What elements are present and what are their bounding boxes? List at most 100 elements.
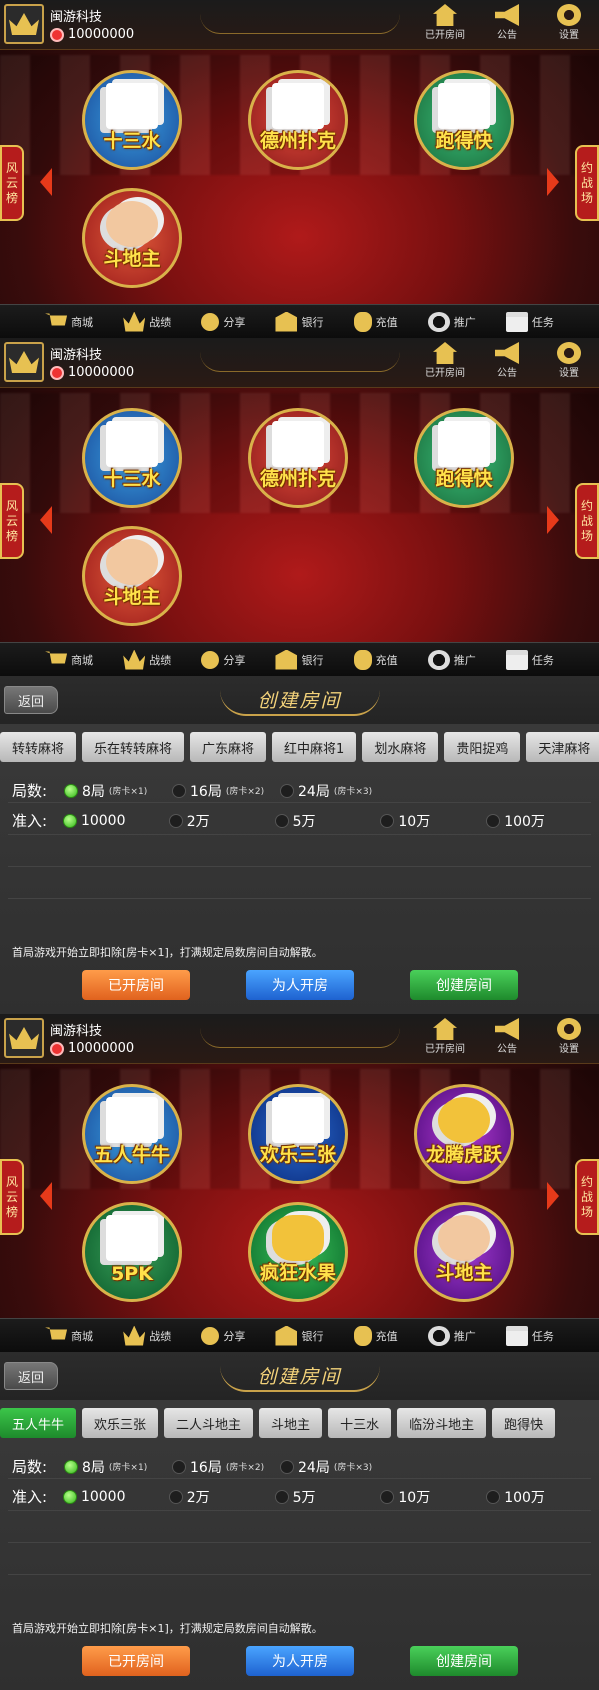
nav-recharge[interactable]: 充值 xyxy=(353,1325,398,1346)
nav-tasks[interactable]: 任务 xyxy=(505,311,554,332)
nav-share[interactable]: 分享 xyxy=(201,312,245,331)
lobby-screen-1: 闽游科技 10000000 已开房间 公告 设置 风云榜 约战场 十三水 德州扑… xyxy=(0,0,599,338)
leaderboard-tab[interactable]: 风云榜 xyxy=(0,483,24,559)
create-room-button[interactable]: 创建房间 xyxy=(410,970,518,1000)
leaderboard-tab[interactable]: 风云榜 xyxy=(0,145,24,221)
announcement-button[interactable]: 公告 xyxy=(485,342,529,379)
character-art xyxy=(106,201,158,247)
game-wuren-niuniu[interactable]: 五人牛牛 xyxy=(82,1084,182,1184)
tab-paodekuai[interactable]: 跑得快 xyxy=(492,1408,556,1438)
entry-option-5w[interactable]: 5万 xyxy=(274,1487,381,1507)
opened-rooms-button[interactable]: 已开房间 xyxy=(423,1018,467,1055)
game-5pk[interactable]: 5PK xyxy=(82,1202,182,1302)
open-for-others-button[interactable]: 为人开房 xyxy=(246,1646,354,1676)
create-room-button[interactable]: 创建房间 xyxy=(410,1646,518,1676)
entry-option-2w[interactable]: 2万 xyxy=(168,811,275,831)
entry-option-100w[interactable]: 100万 xyxy=(486,1487,592,1507)
nav-share[interactable]: 分享 xyxy=(201,1326,245,1345)
tab-doudizhu[interactable]: 斗地主 xyxy=(259,1408,323,1438)
nav-recharge[interactable]: 充值 xyxy=(353,649,398,670)
nav-bank[interactable]: 银行 xyxy=(275,649,323,670)
open-for-others-button[interactable]: 为人开房 xyxy=(246,970,354,1000)
nav-promote[interactable]: 推广 xyxy=(427,311,476,332)
tab-shisanshui[interactable]: 十三水 xyxy=(328,1408,392,1438)
nav-shop[interactable]: 商城 xyxy=(45,312,93,332)
tab-erren-doudizhu[interactable]: 二人斗地主 xyxy=(164,1408,254,1438)
tab-linfen-doudizhu[interactable]: 临汾斗地主 xyxy=(397,1408,487,1438)
entry-option-10000[interactable]: 10000 xyxy=(62,1489,169,1505)
settings-button[interactable]: 设置 xyxy=(547,4,591,41)
avatar[interactable] xyxy=(4,1018,44,1058)
nav-promote[interactable]: 推广 xyxy=(427,1325,476,1346)
challenge-arena-tab[interactable]: 约战场 xyxy=(575,483,599,559)
scroll-right-arrow-icon[interactable] xyxy=(547,168,559,196)
cart-icon xyxy=(45,1327,68,1340)
game-doudizhu[interactable]: 斗地主 xyxy=(82,188,182,288)
tab-guiyang-zhuoji[interactable]: 贵阳捉鸡 xyxy=(444,732,521,762)
entry-option-2w[interactable]: 2万 xyxy=(168,1487,275,1507)
nav-bank[interactable]: 银行 xyxy=(275,1325,323,1346)
rounds-option-8[interactable]: 8局 (房卡×1) xyxy=(64,1457,172,1477)
tab-huashui-mahjong[interactable]: 划水麻将 xyxy=(362,732,439,762)
tab-wuren-niuniu[interactable]: 五人牛牛 xyxy=(0,1408,77,1438)
game-paodekuai[interactable]: 跑得快 xyxy=(414,70,514,170)
entry-option-10w[interactable]: 10万 xyxy=(380,1487,486,1507)
game-shisanshui[interactable]: 十三水 xyxy=(82,408,182,508)
game-doudizhu[interactable]: 斗地主 xyxy=(82,526,182,626)
game-texas-holdem[interactable]: 德州扑克 xyxy=(248,408,348,508)
entry-option-5w[interactable]: 5万 xyxy=(274,811,381,831)
nav-shop[interactable]: 商城 xyxy=(45,650,93,670)
game-longteng-huyue[interactable]: 龙腾虎跃 xyxy=(414,1084,514,1184)
settings-button[interactable]: 设置 xyxy=(547,342,591,379)
scroll-left-arrow-icon[interactable] xyxy=(40,168,52,196)
create-room-screen-1: 返回 创建房间 转转麻将 乐在转转麻将 广东麻将 红中麻将1 划水麻将 贵阳捉鸡… xyxy=(0,676,599,1014)
scroll-left-arrow-icon[interactable] xyxy=(40,1182,52,1210)
nav-promote[interactable]: 推广 xyxy=(427,649,476,670)
room-header: 返回 创建房间 xyxy=(0,676,599,724)
nav-record[interactable]: 战绩 xyxy=(123,311,171,332)
challenge-arena-tab[interactable]: 约战场 xyxy=(575,145,599,221)
game-paodekuai[interactable]: 跑得快 xyxy=(414,408,514,508)
announcement-button[interactable]: 公告 xyxy=(485,1018,529,1055)
tab-hongzhong-mahjong[interactable]: 红中麻将1 xyxy=(272,732,357,762)
tab-tianjin-mahjong[interactable]: 天津麻将 xyxy=(526,732,599,762)
nav-record[interactable]: 战绩 xyxy=(123,1325,171,1346)
game-crazy-fruit[interactable]: 疯狂水果 xyxy=(248,1202,348,1302)
rounds-option-8[interactable]: 8局 (房卡×1) xyxy=(64,781,172,801)
entry-option-10w[interactable]: 10万 xyxy=(380,811,486,831)
tab-lezai-zhuanzhuan-mahjong[interactable]: 乐在转转麻将 xyxy=(82,732,185,762)
settings-button[interactable]: 设置 xyxy=(547,1018,591,1055)
nav-recharge[interactable]: 充值 xyxy=(353,311,398,332)
scroll-right-arrow-icon[interactable] xyxy=(547,1182,559,1210)
announcement-button[interactable]: 公告 xyxy=(485,4,529,41)
nav-bank[interactable]: 银行 xyxy=(275,311,323,332)
rounds-option-16[interactable]: 16局 (房卡×2) xyxy=(172,1457,280,1477)
game-doudizhu[interactable]: 斗地主 xyxy=(414,1202,514,1302)
game-texas-holdem[interactable]: 德州扑克 xyxy=(248,70,348,170)
tab-zhuanzhuan-mahjong[interactable]: 转转麻将 xyxy=(0,732,77,762)
avatar[interactable] xyxy=(4,4,44,44)
scroll-left-arrow-icon[interactable] xyxy=(40,506,52,534)
tab-guangdong-mahjong[interactable]: 广东麻将 xyxy=(190,732,267,762)
nav-shop[interactable]: 商城 xyxy=(45,1326,93,1346)
opened-rooms-button[interactable]: 已开房间 xyxy=(423,342,467,379)
tab-huanle-sanzhang[interactable]: 欢乐三张 xyxy=(82,1408,159,1438)
rounds-option-16[interactable]: 16局 (房卡×2) xyxy=(172,781,280,801)
opened-rooms-button[interactable]: 已开房间 xyxy=(82,970,190,1000)
opened-rooms-button[interactable]: 已开房间 xyxy=(82,1646,190,1676)
nav-share[interactable]: 分享 xyxy=(201,650,245,669)
opened-rooms-button[interactable]: 已开房间 xyxy=(423,4,467,41)
entry-option-10000[interactable]: 10000 xyxy=(62,813,169,829)
nav-tasks[interactable]: 任务 xyxy=(505,649,554,670)
nav-record[interactable]: 战绩 xyxy=(123,649,171,670)
game-huanle-sanzhang[interactable]: 欢乐三张 xyxy=(248,1084,348,1184)
leaderboard-tab[interactable]: 风云榜 xyxy=(0,1159,24,1235)
rounds-option-24[interactable]: 24局 (房卡×3) xyxy=(280,781,388,801)
entry-option-100w[interactable]: 100万 xyxy=(486,811,592,831)
challenge-arena-tab[interactable]: 约战场 xyxy=(575,1159,599,1235)
nav-tasks[interactable]: 任务 xyxy=(505,1325,554,1346)
game-shisanshui[interactable]: 十三水 xyxy=(82,70,182,170)
rounds-option-24[interactable]: 24局 (房卡×3) xyxy=(280,1457,388,1477)
avatar[interactable] xyxy=(4,342,44,382)
scroll-right-arrow-icon[interactable] xyxy=(547,506,559,534)
